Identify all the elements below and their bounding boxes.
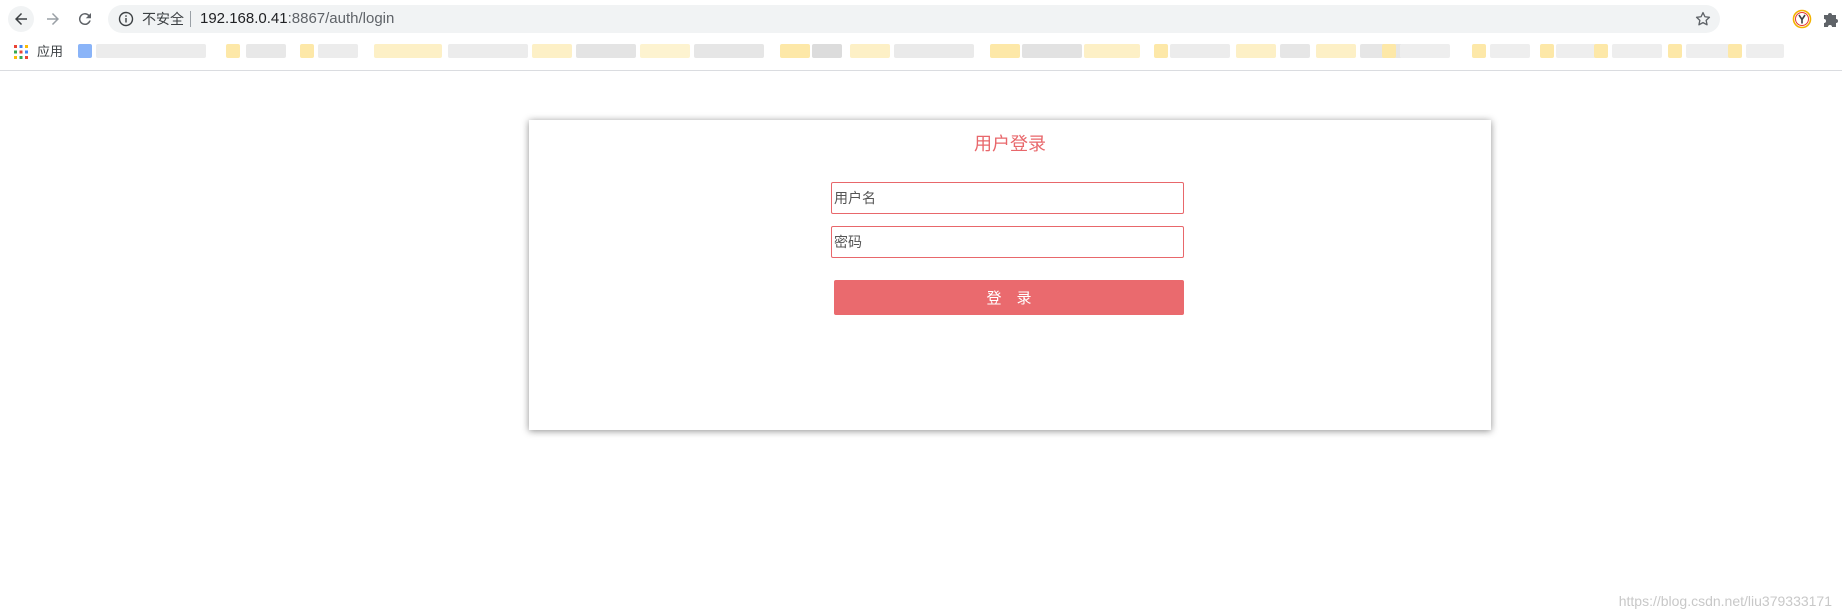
bookmark-blurred[interactable] bbox=[374, 44, 442, 58]
puzzle-icon[interactable] bbox=[1822, 9, 1840, 29]
bookmark-blurred[interactable] bbox=[1746, 44, 1784, 58]
url-text[interactable]: 192.168.0.41:8867/auth/login bbox=[200, 10, 394, 28]
bookmark-blurred[interactable] bbox=[850, 44, 890, 58]
bookmark-blurred[interactable] bbox=[300, 44, 314, 58]
bookmark-blurred[interactable] bbox=[448, 44, 528, 58]
bookmark-blurred[interactable] bbox=[1316, 44, 1356, 58]
apps-grid-icon[interactable] bbox=[14, 45, 28, 59]
bookmark-blurred[interactable] bbox=[694, 44, 764, 58]
bookmark-apps[interactable]: 应用 bbox=[37, 44, 63, 60]
toolbar: 不安全 192.168.0.41:8867/auth/login bbox=[0, 0, 1842, 38]
url-path: :8867/auth/login bbox=[287, 10, 395, 27]
login-card: 用户登录 登 录 bbox=[529, 120, 1491, 430]
bookmark-blurred[interactable] bbox=[78, 44, 92, 58]
bookmark-blurred[interactable] bbox=[1612, 44, 1662, 58]
url-host: 192.168.0.41 bbox=[200, 10, 288, 27]
bookmark-blurred[interactable] bbox=[576, 44, 636, 58]
bookmark-blurred[interactable] bbox=[1472, 44, 1486, 58]
bookmark-blurred[interactable] bbox=[1382, 44, 1396, 58]
bookmark-blurred[interactable] bbox=[1084, 44, 1140, 58]
bookmark-blurred[interactable] bbox=[780, 44, 810, 58]
reload-button[interactable] bbox=[72, 6, 98, 32]
bookmark-blurred[interactable] bbox=[1540, 44, 1554, 58]
bookmark-blurred[interactable] bbox=[1170, 44, 1230, 58]
bookmark-blurred[interactable] bbox=[1400, 44, 1450, 58]
bookmark-blurred[interactable] bbox=[1728, 44, 1742, 58]
bookmark-blurred[interactable] bbox=[640, 44, 690, 58]
bookmark-blurred[interactable] bbox=[1556, 44, 1596, 58]
yandex-extension-icon[interactable] bbox=[1792, 9, 1812, 29]
password-input[interactable] bbox=[831, 226, 1184, 258]
bookmark-blurred[interactable] bbox=[246, 44, 286, 58]
bookmarks-bar: 应用 bbox=[0, 40, 1842, 64]
bookmark-blurred[interactable] bbox=[990, 44, 1020, 58]
bookmark-blurred[interactable] bbox=[532, 44, 572, 58]
bookmark-blurred[interactable] bbox=[1490, 44, 1530, 58]
address-separator bbox=[190, 11, 191, 27]
bookmark-blurred[interactable] bbox=[894, 44, 974, 58]
username-input[interactable] bbox=[831, 182, 1184, 214]
info-icon[interactable] bbox=[118, 11, 134, 27]
arrow-left-icon bbox=[15, 13, 27, 25]
bookmark-blurred[interactable] bbox=[1594, 44, 1608, 58]
browser-chrome: 不安全 192.168.0.41:8867/auth/login 应用 bbox=[0, 0, 1842, 71]
bookmark-blurred[interactable] bbox=[1236, 44, 1276, 58]
star-icon[interactable] bbox=[1694, 10, 1712, 28]
login-title: 用户登录 bbox=[974, 134, 1046, 154]
login-button[interactable]: 登 录 bbox=[834, 280, 1184, 315]
reload-icon bbox=[78, 13, 91, 26]
address-bar[interactable]: 不安全 192.168.0.41:8867/auth/login bbox=[108, 5, 1720, 33]
bookmark-blurred[interactable] bbox=[318, 44, 358, 58]
back-button[interactable] bbox=[8, 6, 34, 32]
bookmark-blurred[interactable] bbox=[1668, 44, 1682, 58]
bookmark-blurred[interactable] bbox=[226, 44, 240, 58]
security-status[interactable]: 不安全 bbox=[142, 10, 184, 28]
forward-button[interactable] bbox=[40, 6, 66, 32]
arrow-right-icon bbox=[47, 13, 59, 25]
bookmark-blurred[interactable] bbox=[812, 44, 842, 58]
watermark: https://blog.csdn.net/liu379333171 bbox=[1618, 593, 1832, 609]
bookmark-blurred[interactable] bbox=[96, 44, 206, 58]
bookmark-blurred[interactable] bbox=[1280, 44, 1310, 58]
bookmark-blurred[interactable] bbox=[1154, 44, 1168, 58]
bookmark-blurred[interactable] bbox=[1022, 44, 1082, 58]
